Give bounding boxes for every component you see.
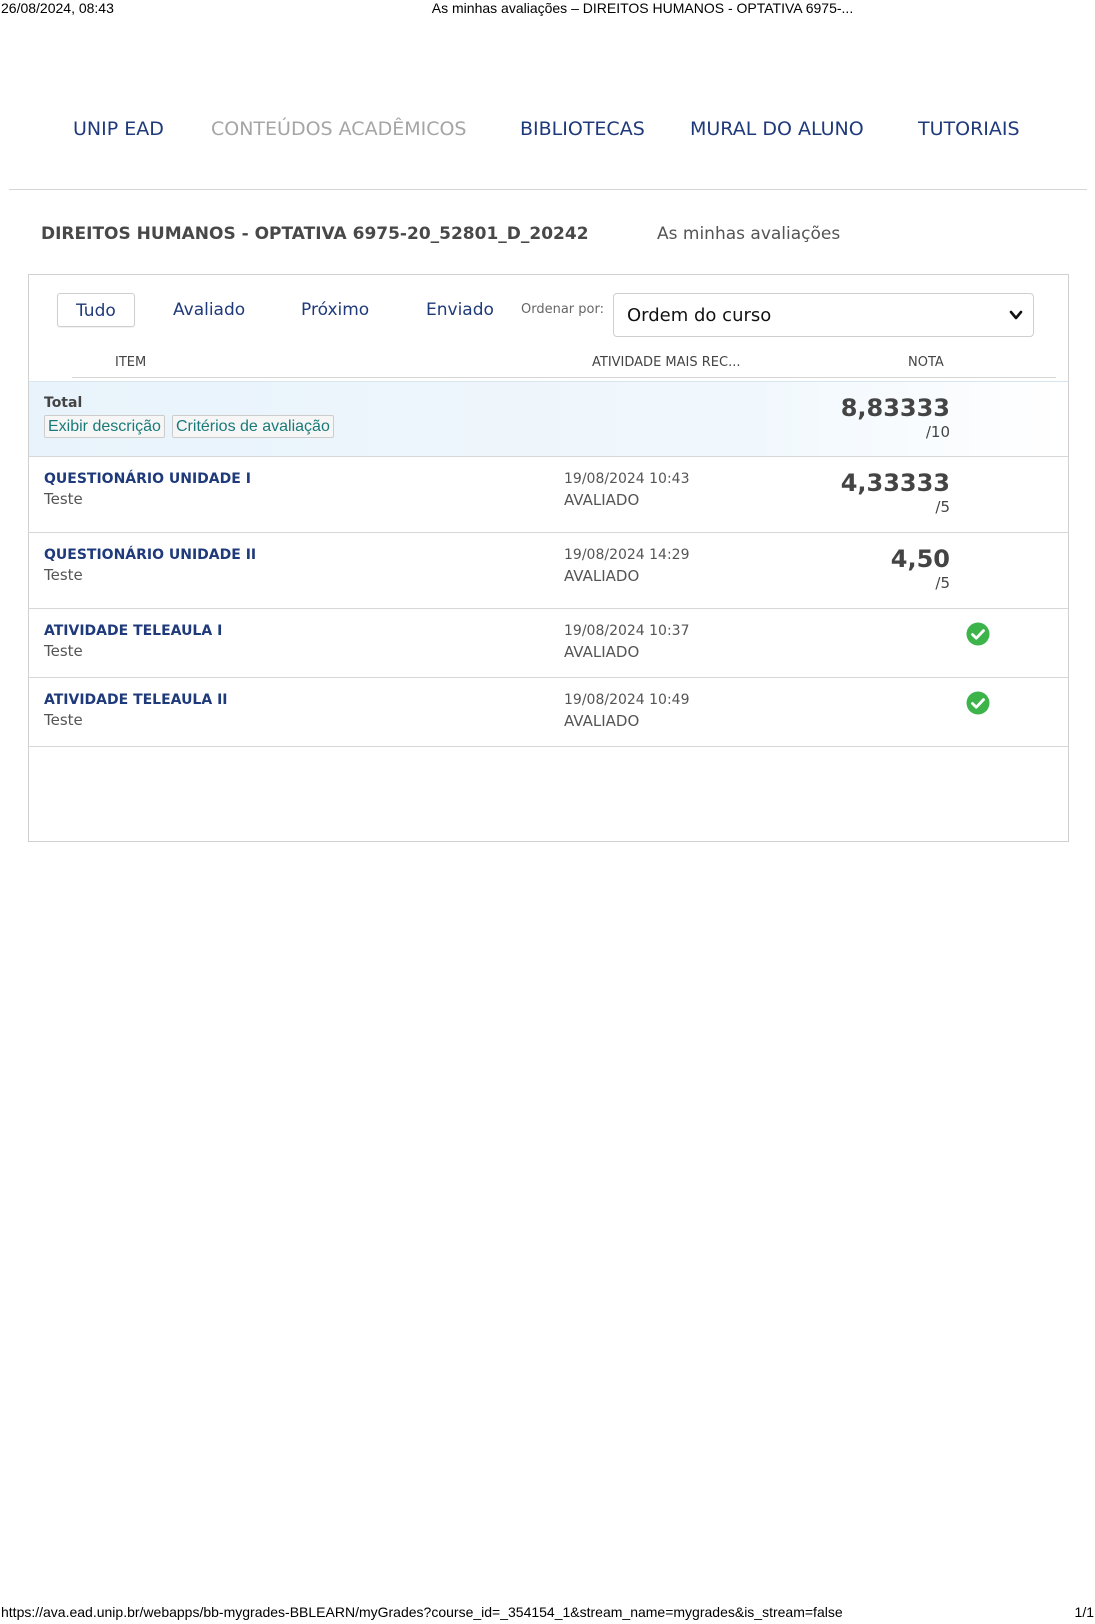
top-nav: UNIP EAD CONTEÚDOS ACADÊMICOS BIBLIOTECA…	[0, 110, 1095, 150]
grade-row: ATIVIDADE TELEAULA I Teste 19/08/2024 10…	[29, 609, 1068, 678]
grading-criteria-button[interactable]: Critérios de avaliação	[172, 415, 334, 438]
col-header-grade[interactable]: NOTA	[908, 355, 944, 370]
nav-divider	[9, 189, 1087, 190]
total-row: Total Exibir descrição Critérios de aval…	[29, 381, 1068, 457]
check-circle-icon	[966, 691, 990, 715]
nav-conteudos-academicos[interactable]: CONTEÚDOS ACADÊMICOS	[211, 118, 466, 140]
chevron-down-icon	[1009, 310, 1023, 320]
item-grade: 4,50	[890, 545, 950, 573]
sort-label: Ordenar por:	[521, 302, 604, 317]
page-subtitle: As minhas avaliações	[657, 224, 841, 244]
grade-row: QUESTIONÁRIO UNIDADE II Teste 19/08/2024…	[29, 533, 1068, 609]
course-title: DIREITOS HUMANOS - OPTATIVA 6975-20_5280…	[41, 224, 589, 244]
item-type: Teste	[44, 566, 83, 584]
item-title-link[interactable]: ATIVIDADE TELEAULA I	[44, 623, 222, 639]
item-title-link[interactable]: QUESTIONÁRIO UNIDADE II	[44, 547, 256, 563]
item-status: AVALIADO	[564, 712, 640, 730]
tab-proximo[interactable]: Próximo	[301, 293, 369, 327]
tab-avaliado[interactable]: Avaliado	[173, 293, 245, 327]
item-date: 19/08/2024 14:29	[564, 547, 690, 563]
print-page-number: 1/1	[1074, 1604, 1094, 1620]
item-status: AVALIADO	[564, 567, 640, 585]
grade-row: QUESTIONÁRIO UNIDADE I Teste 19/08/2024 …	[29, 457, 1068, 533]
item-title-link[interactable]: QUESTIONÁRIO UNIDADE I	[44, 471, 251, 487]
item-date: 19/08/2024 10:49	[564, 692, 690, 708]
nav-tutoriais[interactable]: TUTORIAIS	[918, 118, 1020, 140]
tab-tudo[interactable]: Tudo	[57, 293, 135, 327]
item-grade-max: /5	[935, 498, 950, 516]
print-url: https://ava.ead.unip.br/webapps/bb-mygra…	[1, 1604, 843, 1620]
sort-select-value: Ordem do curso	[627, 305, 772, 326]
item-type: Teste	[44, 711, 83, 729]
total-grade-max: /10	[925, 423, 950, 441]
item-date: 19/08/2024 10:43	[564, 471, 690, 487]
nav-unip-ead[interactable]: UNIP EAD	[73, 118, 164, 140]
item-status: AVALIADO	[564, 491, 640, 509]
sort-select[interactable]: Ordem do curso	[613, 293, 1034, 337]
item-status: AVALIADO	[564, 643, 640, 661]
total-label: Total	[44, 395, 83, 411]
item-type: Teste	[44, 642, 83, 660]
item-title-link[interactable]: ATIVIDADE TELEAULA II	[44, 692, 227, 708]
column-headers: ITEM ATIVIDADE MAIS REC... NOTA	[72, 352, 1056, 378]
print-header: 26/08/2024, 08:43 As minhas avaliações –…	[0, 0, 1095, 20]
page: 26/08/2024, 08:43 As minhas avaliações –…	[0, 0, 1095, 1624]
grade-row: ATIVIDADE TELEAULA II Teste 19/08/2024 1…	[29, 678, 1068, 747]
print-footer: https://ava.ead.unip.br/webapps/bb-mygra…	[0, 1604, 1095, 1624]
item-grade: 4,33333	[840, 469, 950, 497]
course-header: DIREITOS HUMANOS - OPTATIVA 6975-20_5280…	[41, 224, 1041, 250]
item-grade-max: /5	[935, 574, 950, 592]
nav-mural-do-aluno[interactable]: MURAL DO ALUNO	[690, 118, 864, 140]
print-doc-title: As minhas avaliações – DIREITOS HUMANOS …	[431, 0, 854, 16]
col-header-activity[interactable]: ATIVIDADE MAIS REC...	[592, 355, 740, 370]
item-type: Teste	[44, 490, 83, 508]
check-circle-icon	[966, 622, 990, 646]
tab-enviado[interactable]: Enviado	[426, 293, 494, 327]
col-header-item[interactable]: ITEM	[115, 355, 146, 370]
show-description-button[interactable]: Exibir descrição	[44, 415, 165, 438]
total-grade: 8,83333	[840, 394, 950, 422]
item-date: 19/08/2024 10:37	[564, 623, 690, 639]
nav-bibliotecas[interactable]: BIBLIOTECAS	[520, 118, 645, 140]
grades-panel: Tudo Avaliado Próximo Enviado Ordenar po…	[28, 274, 1069, 842]
grade-filters: Tudo Avaliado Próximo Enviado Ordenar po…	[29, 293, 1068, 339]
